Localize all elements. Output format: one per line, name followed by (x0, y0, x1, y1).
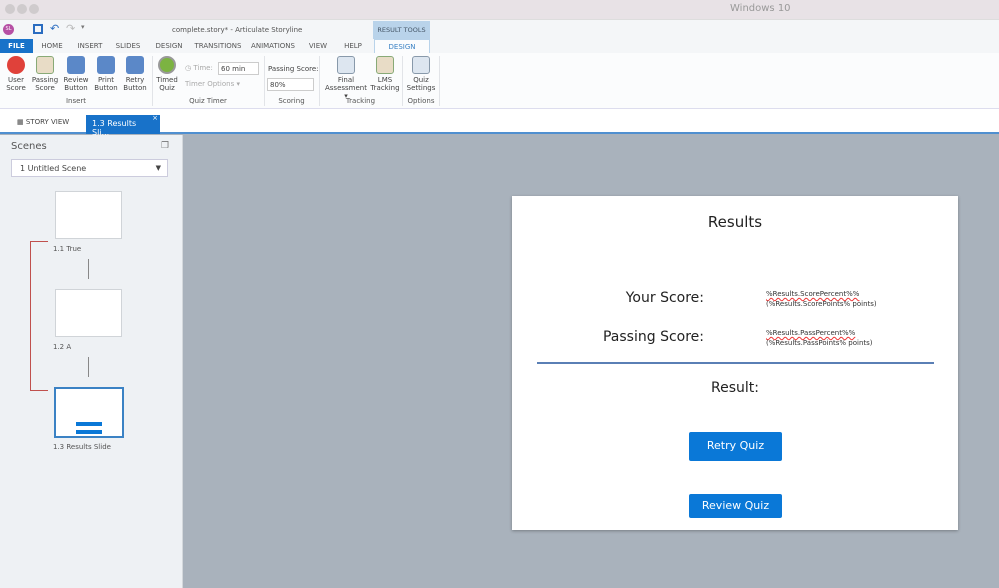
stopwatch-icon (158, 56, 176, 74)
minimize-window-button[interactable] (17, 4, 27, 14)
slide-thumbnail-1-3[interactable] (54, 387, 124, 438)
ribbon-tabs: FILE HOME INSERT SLIDES DESIGN TRANSITIO… (0, 39, 999, 53)
timer-options-dropdown[interactable]: Timer Options ▾ (185, 80, 240, 88)
slide-title: Results (707, 213, 763, 231)
restore-panel-icon[interactable]: ❐ (161, 141, 169, 151)
pass-variables: %Results.PassPercent%% (%Results.PassPoin… (766, 329, 873, 347)
quiz-settings-button[interactable]: Quiz Settings (405, 56, 437, 92)
time-input[interactable]: 60 min (218, 62, 259, 75)
award-icon (7, 56, 25, 74)
scenes-panel: Scenes ❐ 1 Untitled Scene ▼ 1.1 True 1.2 … (0, 135, 183, 588)
slide-thumbnail-1-1[interactable] (55, 191, 122, 239)
flow-arrow (88, 357, 89, 377)
group-label-scoring: Scoring (278, 97, 305, 105)
flow-arrow (88, 259, 89, 279)
slide-label: 1.2 A (53, 343, 72, 351)
group-label-tracking: Tracking (345, 97, 376, 105)
story-view-tab[interactable]: ▦ STORY VIEW (17, 118, 69, 126)
tab-home[interactable]: HOME (36, 39, 68, 53)
maximize-window-button[interactable] (29, 4, 39, 14)
passing-score-label: Passing Score: (602, 329, 704, 345)
ribbon: User Score Passing Score Review Button P… (0, 53, 999, 109)
chevron-down-icon: ▼ (155, 164, 161, 172)
scene-dropdown[interactable]: 1 Untitled Scene ▼ (11, 159, 168, 177)
window-title: complete.story* - Articulate Storyline (172, 26, 303, 34)
clipboard-check-icon (376, 56, 394, 74)
group-label-options: Options (407, 97, 435, 105)
slide-thumbnail-1-2[interactable] (55, 289, 122, 337)
customize-qat-icon[interactable]: ▾ (81, 23, 85, 31)
contextual-tab-group: RESULT TOOLS (373, 21, 430, 39)
close-tab-icon[interactable]: × (152, 114, 158, 122)
retry-button-button[interactable]: Retry Button (122, 56, 148, 92)
scenes-title: Scenes (11, 141, 47, 152)
tab-slides[interactable]: SLIDES (112, 39, 144, 53)
slide-label: 1.1 True (53, 245, 82, 253)
tab-animations[interactable]: ANIMATIONS (250, 39, 296, 53)
passing-score-input[interactable]: 80% (267, 78, 314, 91)
user-score-button[interactable]: User Score (4, 56, 28, 92)
clipboard-icon (36, 56, 54, 74)
os-title-bar: Windows 10 (0, 0, 999, 20)
printer-icon (97, 56, 115, 74)
time-label: ◷ Time: (185, 64, 213, 72)
lms-tracking-button[interactable]: LMS Tracking (370, 56, 400, 92)
result-label: Result: (711, 380, 759, 396)
quick-access-toolbar: SL ↶ ↷ ▾ complete.story* - Articulate St… (0, 20, 999, 39)
slide-label: 1.3 Results Slide (53, 443, 111, 451)
slide-canvas: Results Your Score: Passing Score: %Resu… (512, 196, 958, 530)
close-window-button[interactable] (5, 4, 15, 14)
tab-help[interactable]: HELP (340, 39, 366, 53)
retry-quiz-button[interactable]: Retry Quiz (689, 432, 782, 461)
divider-line (537, 362, 934, 364)
tab-transitions[interactable]: TRANSITIONS (193, 39, 243, 53)
tab-file[interactable]: FILE (0, 39, 33, 53)
redo-icon[interactable]: ↷ (66, 22, 75, 35)
document-tabs: ▦ STORY VIEW 1.3 Results Sli... × (0, 109, 999, 137)
app-logo: SL (3, 24, 14, 35)
final-assessment-button[interactable]: Final Assessment ▾ (323, 56, 369, 100)
results-slide-tab[interactable]: 1.3 Results Sli... × (86, 114, 160, 137)
tab-insert[interactable]: INSERT (74, 39, 106, 53)
timed-quiz-button[interactable]: Timed Quiz (155, 56, 179, 92)
retry-icon (126, 56, 144, 74)
group-label-quiz-timer: Quiz Timer (189, 97, 227, 105)
passing-score-label: Passing Score: (268, 65, 319, 73)
settings-gear-icon (412, 56, 430, 74)
print-button-button[interactable]: Print Button (93, 56, 119, 92)
tab-design[interactable]: DESIGN (152, 39, 186, 53)
save-icon[interactable] (33, 24, 43, 34)
review-button-button[interactable]: Review Button (63, 56, 89, 92)
eye-icon (67, 56, 85, 74)
passing-score-button[interactable]: Passing Score (31, 56, 59, 92)
your-score-label: Your Score: (625, 290, 704, 306)
divider (439, 56, 440, 106)
story-view-icon: ▦ (17, 118, 24, 126)
review-quiz-button[interactable]: Review Quiz (689, 494, 782, 518)
group-label-insert: Insert (65, 97, 87, 105)
tab-view[interactable]: VIEW (305, 39, 331, 53)
score-variables: %Results.ScorePercent%% (%Results.ScorePo… (766, 290, 877, 308)
assessment-icon (337, 56, 355, 74)
tab-result-design[interactable]: DESIGN (374, 39, 430, 53)
undo-icon[interactable]: ↶ (50, 22, 59, 35)
branch-arrow (30, 241, 48, 391)
os-title: Windows 10 (730, 3, 791, 14)
